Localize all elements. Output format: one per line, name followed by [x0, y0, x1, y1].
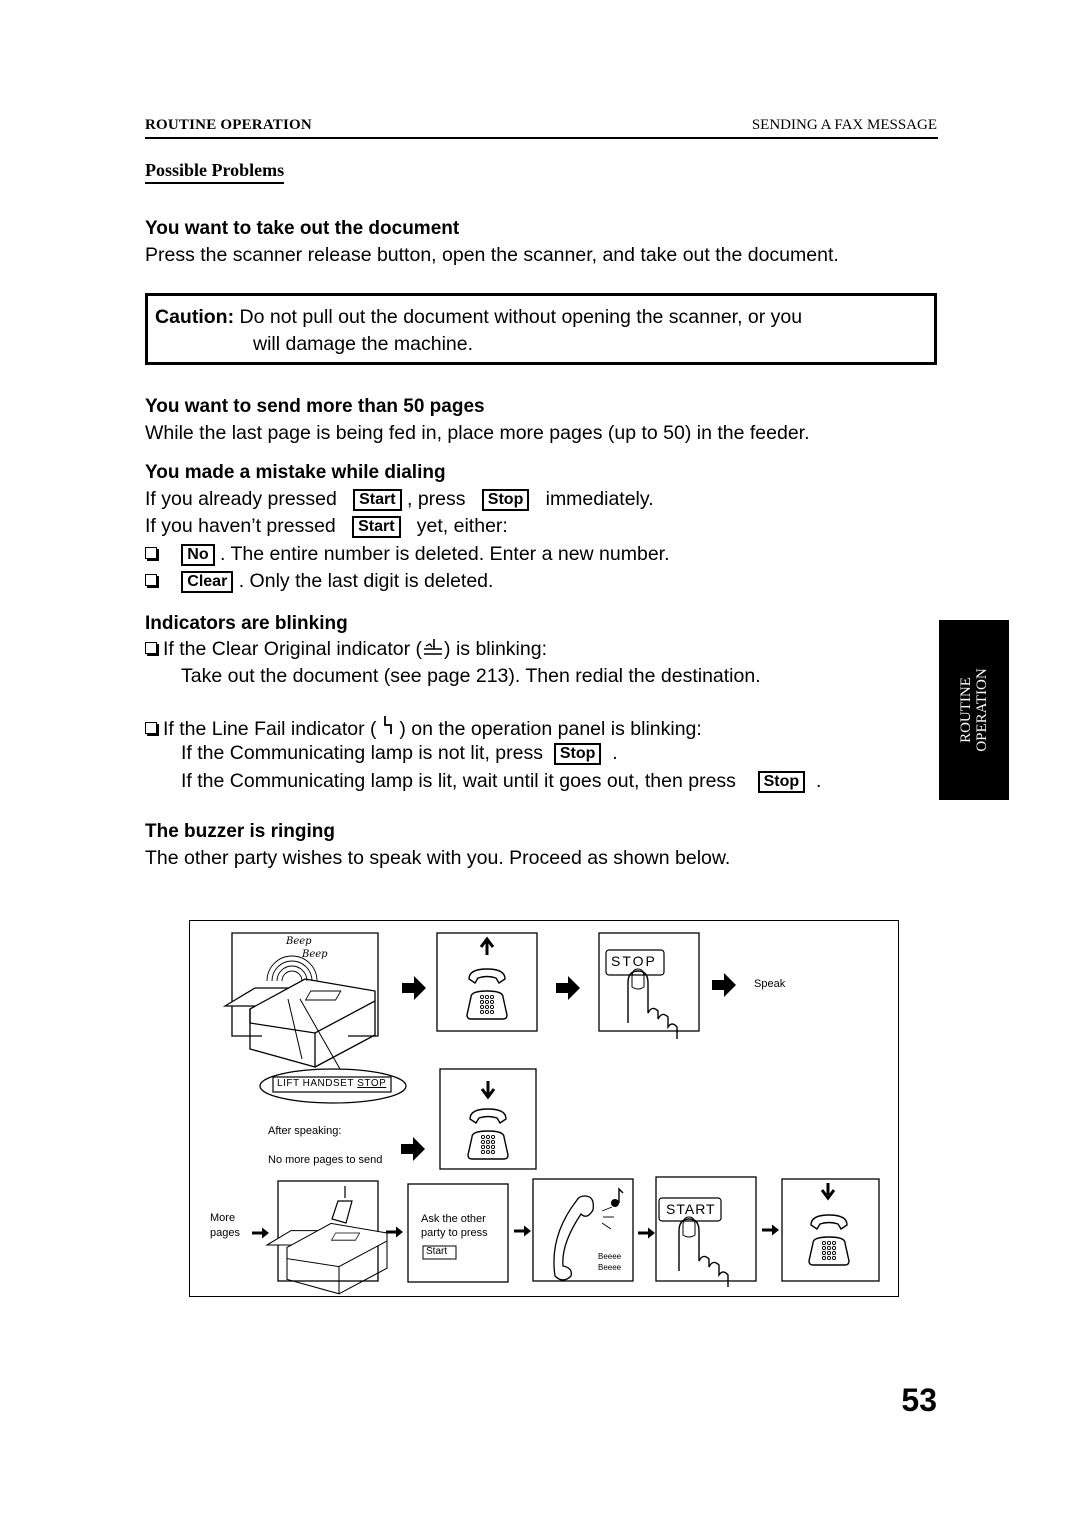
caution-text-1: Do not pull out the document without ope… [239, 306, 803, 328]
ask-other-party-line-2: party to press [421, 1227, 488, 1239]
text: . [612, 742, 618, 764]
text: If you already pressed [145, 488, 337, 510]
beep-text-2: Beep [302, 949, 328, 960]
text: immediately. [545, 488, 654, 510]
no-more-pages-label: No more pages to send [268, 1154, 383, 1166]
caution-box: Caution: Do not pull out the document wi… [145, 293, 937, 365]
after-speaking-label: After speaking: [268, 1125, 342, 1137]
line-fail-lit: If the Communicating lamp is lit, wait u… [181, 768, 821, 794]
take-out-text: Press the scanner release button, open t… [145, 244, 839, 266]
buzzer-procedure-figure: Beep Beep LIFT HANDSET STOP STOP Speak A… [189, 920, 899, 1297]
indicator-item-line-fail: If the Line Fail indicator ( ) on the op… [145, 714, 702, 742]
start-key: Start [352, 516, 401, 538]
checkbox-bullet-icon [145, 547, 157, 559]
text: If the Line Fail indicator ( [163, 718, 377, 740]
line-fail-not-lit: If the Communicating lamp is not lit, pr… [181, 740, 618, 766]
more-pages-label-2: pages [210, 1227, 240, 1239]
text: . [815, 770, 822, 792]
step-press-start [655, 1176, 757, 1288]
checkbox-bullet-icon [145, 574, 157, 586]
stop-key-label: STOP [611, 953, 657, 969]
checkbox-bullet-icon [145, 642, 157, 654]
more-pages-label-1: More [210, 1212, 236, 1224]
text: STOP [357, 1078, 387, 1089]
heading-more-pages: You want to send more than 50 pages [145, 396, 485, 417]
buzzer-text: The other party wishes to speak with you… [145, 847, 731, 869]
mistake-line-1: If you already pressed Start , press Sto… [145, 486, 654, 512]
start-key-label: START [666, 1201, 716, 1217]
line-fail-indicator-icon [384, 716, 392, 734]
page-number: 53 [901, 1382, 937, 1418]
start-key: Start [353, 489, 402, 511]
indicator-clear-original-detail: Take out the document (see page 213). Th… [181, 665, 761, 687]
heading-indicators: Indicators are blinking [145, 613, 348, 634]
heading-take-out-document: You want to take out the document [145, 218, 460, 239]
section-title: Possible Problems [145, 160, 285, 184]
mistake-option-no: No . The entire number is deleted. Enter… [145, 541, 670, 567]
stop-key: Stop [553, 743, 602, 765]
text: If the Communicating lamp is lit, wait u… [181, 770, 736, 792]
figure-drawing [224, 932, 880, 1295]
text: . The entire number is deleted. Enter a … [220, 543, 670, 565]
ask-start-key: Start [426, 1246, 448, 1257]
clear-original-indicator-icon [424, 639, 443, 655]
text: yet, either: [416, 515, 508, 537]
mistake-option-clear: Clear . Only the last digit is deleted. [145, 568, 493, 594]
beep-text-1: Beep [286, 936, 312, 947]
no-key: No [181, 544, 215, 566]
text: ) on the operation panel is blinking: [399, 718, 702, 740]
running-header-chapter: SENDING A FAX MESSAGE [751, 117, 937, 133]
text: If the Communicating lamp is not lit, pr… [181, 742, 543, 764]
running-header-section: ROUTINE OPERATION [145, 117, 312, 133]
heading-buzzer: The buzzer is ringing [145, 821, 336, 842]
checkbox-bullet-icon [145, 722, 157, 734]
indicator-item-clear-original: If the Clear Original indicator ( ) is bl… [145, 636, 547, 662]
step-hang-up [439, 1068, 537, 1170]
step-press-stop [598, 932, 700, 1040]
heading-dialing-mistake: You made a mistake while dialing [145, 462, 446, 483]
beeee-text-1: Beeee [598, 1252, 622, 1261]
beeee-text-2: Beeee [598, 1263, 622, 1272]
speak-label: Speak [754, 978, 786, 990]
ask-other-party-line-1: Ask the other [421, 1213, 486, 1225]
panel-lift-handset-label: LIFT HANDSET STOP [277, 1078, 386, 1089]
text: LIFT HANDSET [277, 1078, 354, 1089]
clear-key: Clear [181, 571, 234, 593]
text: If the Clear Original indicator ( [163, 638, 423, 660]
text: , press [407, 488, 466, 510]
stop-key: Stop [481, 489, 530, 511]
side-tab-line-2: OPERATION [974, 668, 990, 752]
more-pages-text: While the last page is being fed in, pla… [145, 422, 810, 444]
caution-label: Caution: [155, 306, 235, 328]
text: . Only the last digit is deleted. [238, 570, 494, 592]
side-tab-line-1: ROUTINE [958, 677, 974, 743]
text: If you haven’t pressed [145, 515, 336, 537]
step-load-pages [266, 1180, 388, 1295]
mistake-line-2: If you haven’t pressed Start yet, either… [145, 513, 508, 539]
caution-text-2: will damage the machine. [253, 333, 474, 355]
stop-key: Stop [757, 771, 806, 793]
side-tab-routine-operation: ROUTINE OPERATION [939, 620, 1009, 800]
header-rule [145, 137, 938, 139]
text: ) is blinking: [444, 638, 547, 660]
step-replace-handset [781, 1178, 880, 1282]
step-lift-handset [436, 932, 538, 1032]
